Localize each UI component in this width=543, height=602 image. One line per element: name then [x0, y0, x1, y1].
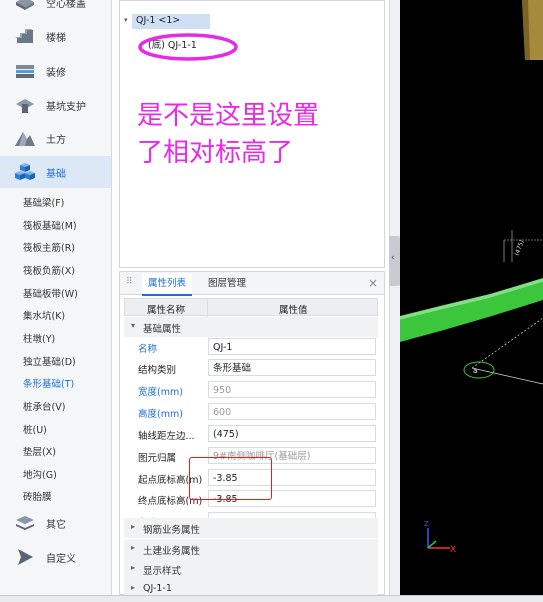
sidebar-item-sump[interactable]: 集水坑(K)	[23, 308, 65, 322]
property-value-input[interactable]: QJ-1	[208, 338, 376, 355]
dimension-label: (475)	[513, 239, 526, 257]
property-value-input[interactable]: (475)	[208, 425, 376, 442]
decoration-icon	[16, 65, 34, 78]
3d-viewport[interactable]: (475) a X Z	[400, 0, 543, 595]
category-hollow-slab[interactable]: 空心楼盖	[0, 0, 111, 18]
category-stairs[interactable]: 楼梯	[0, 20, 111, 52]
sidebar-item-cushion[interactable]: 垫层(X)	[23, 444, 56, 458]
axis-z-label: Z	[424, 520, 429, 528]
property-tabbar: ⠿ 属性列表 图层管理 ×	[120, 272, 384, 296]
svg-text:a: a	[473, 367, 477, 375]
category-pit-support[interactable]: 基坑支护	[0, 89, 111, 121]
highlight-box	[189, 457, 272, 500]
slab-icon	[16, 0, 34, 10]
expand-arrow-icon[interactable]: ▾	[124, 16, 128, 24]
property-value-input[interactable]: 条形基础	[208, 359, 376, 376]
property-row: 名称 QJ-1	[124, 336, 378, 358]
category-decoration[interactable]: 装修	[0, 55, 111, 87]
category-custom[interactable]: 自定义	[0, 541, 111, 573]
group-display-style[interactable]: ▸ 显示样式	[124, 559, 378, 579]
category-foundation[interactable]: 基础	[0, 156, 111, 188]
sidebar-item-raft-foundation[interactable]: 筏板基础(M)	[23, 218, 77, 232]
tab-property-list[interactable]: 属性列表	[142, 273, 193, 296]
group-civil-properties[interactable]: ▸ 土建业务属性	[124, 539, 378, 559]
chevron-left-icon: ‹	[391, 253, 395, 263]
selection-marker[interactable]	[463, 361, 495, 379]
group-basic-properties[interactable]: ▾ 基础属性	[124, 317, 378, 337]
sidebar-item-column-pier[interactable]: 柱墩(Y)	[23, 331, 55, 345]
property-row: 宽度(mm) 950	[124, 379, 378, 401]
collapse-handle[interactable]: ‹	[389, 236, 400, 286]
annotation-text: 是不是这里设置 了相对标高了	[137, 101, 320, 168]
annotation-ellipse	[138, 33, 238, 61]
sidebar-item-isolated-footing[interactable]: 独立基础(D)	[23, 354, 76, 368]
property-row: 轴线距左边... (475)	[124, 423, 378, 445]
expand-arrow-icon: ▸	[131, 543, 136, 552]
property-row: 高度(mm) 600	[124, 401, 378, 423]
foundation-icon	[15, 163, 35, 180]
expand-arrow-icon: ▸	[131, 563, 136, 572]
property-value-input[interactable]: 600	[208, 403, 376, 420]
expand-arrow-icon: ▸	[131, 583, 136, 592]
tree-root-label: QJ-1 <1>	[136, 15, 181, 26]
property-panel: ⠿ 属性列表 图层管理 × 属性名称 属性值 ▾ 基础属性 名称 QJ-1 结构…	[119, 271, 385, 599]
axis-gizmo: X Z	[424, 520, 456, 555]
tree-root-node[interactable]: ▾ QJ-1 <1>	[124, 14, 210, 29]
group-rebar-properties[interactable]: ▸ 钢筋业务属性	[124, 518, 378, 538]
component-tree-panel: ▾ QJ-1 <1> (底) QJ-1-1 是不是这里设置 了相对标高了	[119, 0, 385, 268]
tab-layer-management[interactable]: 图层管理	[202, 273, 252, 294]
sidebar-item-trench[interactable]: 地沟(G)	[23, 467, 57, 481]
component-sidebar: 空心楼盖 楼梯 装修 基坑支护 土方 基础 基础梁(F) 筏板基础(M) 筏板主…	[0, 0, 112, 595]
sidebar-item-strip-footing[interactable]: 条形基础(T)	[23, 376, 74, 390]
status-bar	[0, 595, 543, 602]
sidebar-item-foundation-strip[interactable]: 基础板带(W)	[23, 286, 78, 300]
property-value-input[interactable]: 950	[208, 381, 376, 398]
sidebar-item-brick-mold[interactable]: 砖胎膜	[23, 489, 52, 503]
category-earthwork[interactable]: 土方	[0, 122, 111, 154]
viewport-canvas[interactable]: (475) a X Z	[400, 0, 543, 595]
drag-handle-icon[interactable]: ⠿	[126, 277, 133, 287]
category-other[interactable]: 其它	[0, 507, 111, 539]
other-icon	[16, 516, 34, 530]
axis-x-label: X	[450, 545, 456, 555]
stairs-icon	[15, 29, 33, 43]
earthwork-icon	[15, 132, 35, 146]
sidebar-item-raft-negative-rebar[interactable]: 筏板负筋(X)	[23, 263, 75, 277]
close-icon[interactable]: ×	[368, 276, 378, 290]
sidebar-item-raft-main-rebar[interactable]: 筏板主筋(R)	[23, 240, 75, 254]
sidebar-item-foundation-beam[interactable]: 基础梁(F)	[23, 195, 64, 209]
panel-splitter[interactable]	[389, 0, 400, 595]
property-row: 结构类别 条形基础	[124, 357, 378, 379]
collapse-arrow-icon: ▾	[131, 321, 136, 330]
property-header: 属性名称 属性值	[124, 298, 378, 317]
sidebar-item-pile[interactable]: 桩(U)	[23, 422, 47, 436]
custom-icon	[18, 549, 33, 565]
pit-support-icon	[16, 99, 34, 113]
sidebar-item-pile-cap[interactable]: 桩承台(V)	[23, 399, 65, 413]
expand-arrow-icon: ▸	[131, 522, 136, 531]
